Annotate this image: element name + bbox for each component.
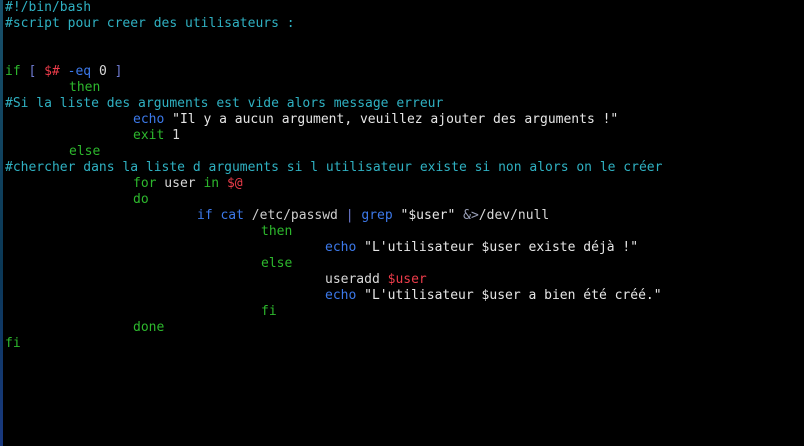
code-line: #!/bin/bash [5,0,91,16]
code-token: "$user" [400,208,456,223]
code-line: fi [5,336,21,352]
code-token: user [156,176,204,191]
code-line: echo "L'utilisateur $user a bien été cré… [325,288,662,304]
code-token: exit [133,128,165,143]
code-token: cat [220,208,244,223]
code-token: if [5,64,21,79]
code-token: else [261,256,293,271]
code-token: #!/bin/bash [5,0,92,15]
code-line: #Si la liste des arguments est vide alor… [5,96,443,112]
code-token: $# [44,64,60,79]
terminal-window: #!/bin/bash #script pour creer des utilis… [0,0,804,446]
code-token: if [197,208,213,223]
code-token: -eq [67,64,92,79]
code-token: | [345,208,354,223]
code-token: echo [325,288,357,303]
code-line: do [133,192,149,208]
code-token: echo [325,240,357,255]
code-line: then [261,224,292,240]
window-edge-strip [0,0,3,446]
code-token: 1 [172,128,180,143]
code-token: /dev/null [478,208,550,223]
code-token: $user [387,272,427,287]
code-token: /etc/passwd [243,208,346,223]
code-line: if cat /etc/passwd | grep "$user" &>/dev… [197,208,549,224]
code-token: "Il y a aucun argument, veuillez ajouter… [172,112,619,127]
code-token: "L'utilisateur $user existe déjà !" [364,240,639,255]
code-line: else [261,256,292,272]
code-token: echo [133,112,165,127]
code-token: in [203,176,220,191]
code-line: for user in $@ [133,176,243,192]
code-line: echo "L'utilisateur $user existe déjà !" [325,240,638,256]
code-line: echo "Il y a aucun argument, veuillez aj… [133,112,618,128]
code-token: ] [114,64,123,79]
code-line: done [133,320,164,336]
code-token: for [133,176,157,191]
code-token: fi [5,336,21,351]
code-line: #script pour creer des utilisateurs : [5,16,295,32]
code-line: useradd $user [325,272,427,288]
code-token: #script pour creer des utilisateurs : [5,16,295,31]
code-line: if [ $# -eq 0 ] [5,64,122,80]
code-token: $@ [226,176,243,191]
code-token: fi [261,304,277,319]
code-token: useradd [325,272,380,287]
code-token: then [69,80,101,95]
code-token: grep [361,208,393,223]
code-line: then [69,80,100,96]
code-line: #chercher dans la liste d arguments si l… [5,160,662,176]
code-token: done [133,320,165,335]
code-token: &> [463,208,479,223]
code-line: else [69,144,100,160]
code-token: then [261,224,293,239]
code-token: 0 [98,64,107,79]
code-line: exit 1 [133,128,180,144]
code-token: #chercher dans la liste d arguments si l… [5,160,663,175]
code-token: #Si la liste des arguments est vide alor… [5,96,444,111]
code-token: "L'utilisateur $user a bien été créé." [364,288,662,303]
code-line: fi [261,304,277,320]
code-token: else [69,144,101,159]
code-token: do [133,192,149,207]
code-editor[interactable]: #!/bin/bash #script pour creer des utilis… [5,0,800,446]
